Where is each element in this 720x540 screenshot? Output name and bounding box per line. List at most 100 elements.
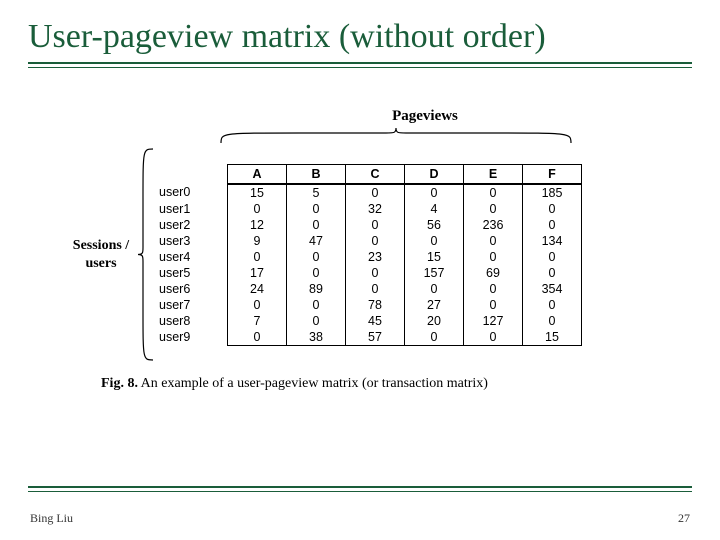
cell: 0 xyxy=(228,297,287,313)
cell: 0 xyxy=(405,233,464,249)
cell: 127 xyxy=(464,313,523,329)
cell: 0 xyxy=(405,329,464,346)
slide-title: User-pageview matrix (without order) xyxy=(28,18,692,56)
cell: 0 xyxy=(464,297,523,313)
sessions-label-line1: Sessions / xyxy=(73,238,129,253)
cell: 56 xyxy=(405,217,464,233)
row-label: user1 xyxy=(155,201,228,217)
sessions-label: Sessions / users xyxy=(65,237,137,272)
cell: 0 xyxy=(523,249,582,265)
title-divider xyxy=(28,62,692,68)
cell: 38 xyxy=(287,329,346,346)
cell: 23 xyxy=(346,249,405,265)
cell: 0 xyxy=(464,184,523,201)
row-label: user0 xyxy=(155,184,228,201)
cell: 0 xyxy=(523,265,582,281)
cell: 45 xyxy=(346,313,405,329)
col-B: B xyxy=(287,164,346,184)
table-row: user700782700 xyxy=(155,297,582,313)
cell: 0 xyxy=(287,313,346,329)
cell: 354 xyxy=(523,281,582,297)
cell: 5 xyxy=(287,184,346,201)
table-row: user0155000185 xyxy=(155,184,582,201)
cell: 15 xyxy=(405,249,464,265)
cell: 0 xyxy=(523,217,582,233)
row-label: user4 xyxy=(155,249,228,265)
cell: 0 xyxy=(228,329,287,346)
row-label: user5 xyxy=(155,265,228,281)
row-label: user8 xyxy=(155,313,228,329)
cell: 7 xyxy=(228,313,287,329)
cell: 12 xyxy=(228,217,287,233)
matrix-row: Sessions / users A B C D E F xyxy=(65,147,655,362)
cell: 0 xyxy=(464,201,523,217)
cell: 0 xyxy=(346,281,405,297)
col-C: C xyxy=(346,164,405,184)
caption-bold: Fig. 8. xyxy=(101,376,138,391)
cell: 24 xyxy=(228,281,287,297)
cell: 0 xyxy=(228,249,287,265)
cell: 0 xyxy=(523,297,582,313)
row-label: user7 xyxy=(155,297,228,313)
cell: 78 xyxy=(346,297,405,313)
cell: 9 xyxy=(228,233,287,249)
table-row: user10032400 xyxy=(155,201,582,217)
cell: 0 xyxy=(464,233,523,249)
cell: 0 xyxy=(346,265,405,281)
cell: 0 xyxy=(464,329,523,346)
row-label: user3 xyxy=(155,233,228,249)
table-row: user62489000354 xyxy=(155,281,582,297)
pageviews-label: Pageviews xyxy=(195,108,655,125)
cell: 4 xyxy=(405,201,464,217)
table-row: user3947000134 xyxy=(155,233,582,249)
left-brace-icon xyxy=(137,147,155,362)
cell: 0 xyxy=(287,297,346,313)
cell: 0 xyxy=(523,201,582,217)
row-label: user2 xyxy=(155,217,228,233)
row-label: user9 xyxy=(155,329,228,346)
cell: 27 xyxy=(405,297,464,313)
cell: 185 xyxy=(523,184,582,201)
table-row: user21200562360 xyxy=(155,217,582,233)
cell: 0 xyxy=(405,281,464,297)
table-row: user51700157690 xyxy=(155,265,582,281)
top-brace-icon xyxy=(219,127,573,145)
table-body: user0155000185user10032400user2120056236… xyxy=(155,184,582,346)
cell: 47 xyxy=(287,233,346,249)
cell: 20 xyxy=(405,313,464,329)
cell: 15 xyxy=(523,329,582,346)
cell: 0 xyxy=(405,184,464,201)
cell: 0 xyxy=(523,313,582,329)
cell: 0 xyxy=(346,217,405,233)
cell: 0 xyxy=(287,265,346,281)
cell: 57 xyxy=(346,329,405,346)
cell: 236 xyxy=(464,217,523,233)
cell: 157 xyxy=(405,265,464,281)
col-E: E xyxy=(464,164,523,184)
user-pageview-table: A B C D E F user0155000185user10032400us… xyxy=(155,164,582,346)
figure: Pageviews Sessions / users A xyxy=(65,108,655,392)
cell: 134 xyxy=(523,233,582,249)
cell: 15 xyxy=(228,184,287,201)
table-row: user87045201270 xyxy=(155,313,582,329)
table-header-row: A B C D E F xyxy=(155,164,582,184)
cell: 17 xyxy=(228,265,287,281)
footer-divider xyxy=(28,486,692,492)
footer-page-number: 27 xyxy=(678,511,690,526)
caption-text: An example of a user-pageview matrix (or… xyxy=(138,376,488,391)
table-row: user400231500 xyxy=(155,249,582,265)
table-row: user9038570015 xyxy=(155,329,582,346)
col-D: D xyxy=(405,164,464,184)
row-label: user6 xyxy=(155,281,228,297)
col-A: A xyxy=(228,164,287,184)
cell: 0 xyxy=(346,233,405,249)
cell: 0 xyxy=(228,201,287,217)
header-blank xyxy=(155,164,228,184)
cell: 0 xyxy=(464,249,523,265)
cell: 0 xyxy=(346,184,405,201)
cell: 0 xyxy=(287,249,346,265)
slide: User-pageview matrix (without order) Pag… xyxy=(0,0,720,540)
figure-caption: Fig. 8. An example of a user-pageview ma… xyxy=(101,376,655,392)
cell: 0 xyxy=(287,201,346,217)
sessions-label-line2: users xyxy=(85,256,116,271)
